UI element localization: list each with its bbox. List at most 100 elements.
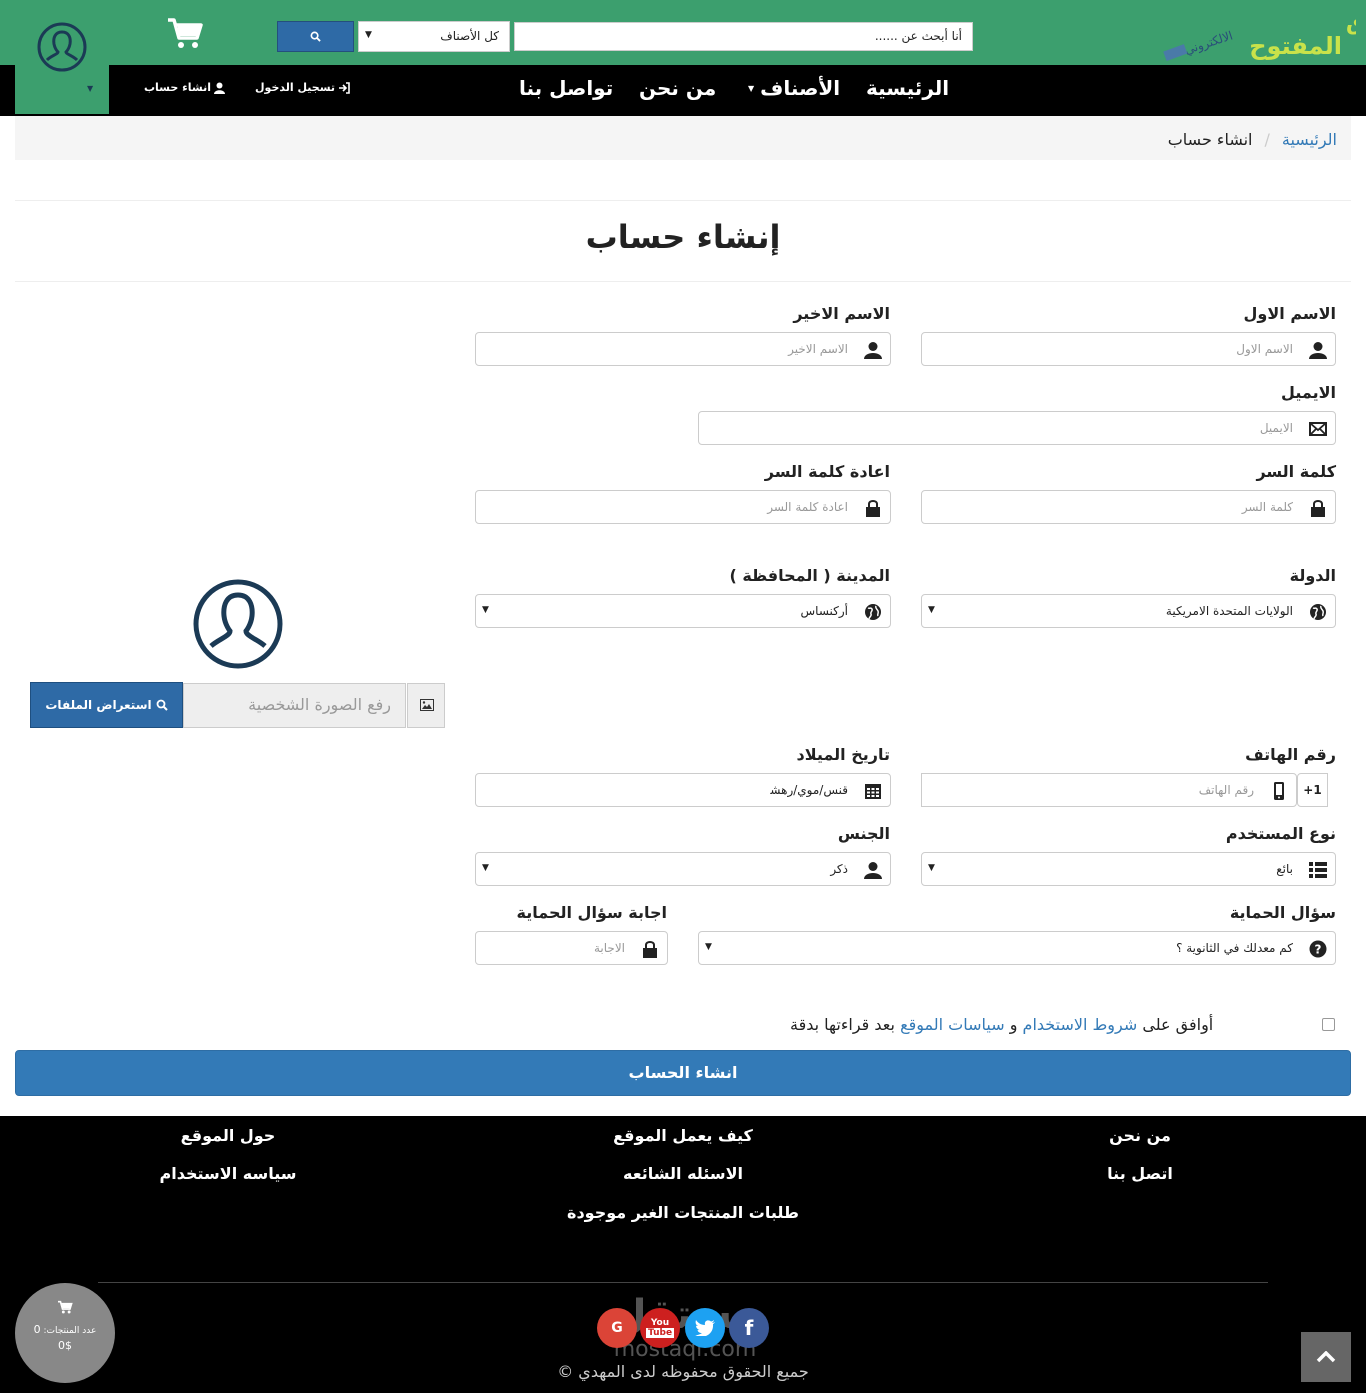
user-icon bbox=[864, 342, 882, 359]
svg-text:سوق: سوق bbox=[1346, 11, 1356, 36]
list-icon bbox=[1309, 862, 1327, 878]
footer-link-how-it-works[interactable]: كيف يعمل الموقع bbox=[583, 1126, 783, 1145]
scroll-to-top-button[interactable] bbox=[1301, 1332, 1351, 1382]
terms-checkbox[interactable] bbox=[1322, 1018, 1335, 1031]
breadcrumb-home[interactable]: الرئيسية bbox=[1282, 130, 1337, 149]
facebook-icon[interactable]: f bbox=[729, 1308, 769, 1348]
search-icon bbox=[156, 699, 168, 711]
breadcrumb-current: انشاء حساب bbox=[1167, 130, 1253, 149]
city-label: المدينة ( المحافظة ) bbox=[729, 566, 890, 585]
twitter-icon[interactable] bbox=[685, 1308, 725, 1348]
login-icon bbox=[339, 81, 350, 94]
divider bbox=[15, 200, 1351, 201]
footer-link-faq[interactable]: الاسئله الشائعه bbox=[583, 1164, 783, 1183]
nav-about[interactable]: من نحن bbox=[639, 76, 716, 100]
footer-link-about-site[interactable]: حول الموقع bbox=[158, 1126, 298, 1145]
page-title: إنشاء حساب bbox=[585, 218, 781, 256]
cart-count: 0 bbox=[33, 1323, 41, 1336]
login-link[interactable]: تسجيل الدخول bbox=[255, 81, 350, 94]
youtube-icon[interactable]: You Tube bbox=[640, 1308, 680, 1348]
user-icon bbox=[1309, 342, 1327, 359]
avatar-icon bbox=[37, 22, 87, 72]
floating-cart[interactable]: عدد المنتجات: 0 0$ bbox=[15, 1283, 115, 1383]
footer-link-contact[interactable]: اتصل بنا bbox=[1080, 1164, 1200, 1183]
password-confirm-field[interactable]: اعادة كلمة السر bbox=[475, 490, 891, 524]
chevron-down-icon: ▼ bbox=[748, 83, 755, 93]
calendar-icon bbox=[865, 784, 881, 799]
phone-country-code[interactable]: +1 bbox=[1297, 773, 1328, 807]
gender-select[interactable]: ذكر ▼ bbox=[475, 852, 891, 886]
birthdate-field[interactable]: ﻗﻨﺲ/ﻣﻮﻱ/ﺭﻫﺸ bbox=[475, 773, 891, 807]
copyright: جميع الحقوق محفوظه لدى المهدي © bbox=[557, 1362, 809, 1381]
breadcrumb: الرئيسية / انشاء حساب bbox=[15, 116, 1351, 160]
image-icon bbox=[407, 683, 445, 728]
lock-icon bbox=[866, 500, 880, 517]
city-select[interactable]: أركنساس ▼ bbox=[475, 594, 891, 628]
phone-field[interactable]: رقم الهاتف bbox=[921, 773, 1297, 807]
chevron-up-icon bbox=[1316, 1351, 1336, 1363]
country-label: الدولة bbox=[1289, 566, 1336, 585]
user-menu[interactable]: ▼ bbox=[15, 0, 109, 114]
breadcrumb-separator: / bbox=[1264, 130, 1270, 149]
footer-link-usage-policy[interactable]: سياسه الاستخدام bbox=[138, 1164, 318, 1183]
country-select[interactable]: الولايات المتحدة الامريكية ▼ bbox=[921, 594, 1336, 628]
password-label: كلمة السر bbox=[1256, 462, 1336, 481]
footer-link-missing-products[interactable]: طلبات المنتجات الغير موجودة bbox=[533, 1203, 833, 1222]
cart-total: 0$ bbox=[58, 1339, 72, 1352]
first-name-field[interactable]: الاسم الاول bbox=[921, 332, 1336, 366]
nav-home[interactable]: الرئيسية bbox=[866, 76, 949, 100]
user-type-select[interactable]: بائع ▼ bbox=[921, 852, 1336, 886]
divider bbox=[15, 281, 1351, 282]
site-logo[interactable]: سوق المفتوح الالكتروني bbox=[1124, 4, 1366, 64]
google-icon[interactable]: G bbox=[597, 1308, 637, 1348]
svg-text:?: ? bbox=[1315, 943, 1322, 957]
profile-avatar-icon bbox=[192, 578, 284, 674]
register-link[interactable]: انشاء حساب bbox=[144, 81, 225, 94]
email-label: الايميل bbox=[1281, 383, 1336, 402]
last-name-field[interactable]: الاسم الاخير bbox=[475, 332, 891, 366]
security-question-label: سؤال الحماية bbox=[1229, 903, 1336, 922]
nav-contact[interactable]: تواصل بنا bbox=[519, 76, 613, 100]
password-field[interactable]: كلمة السر bbox=[921, 490, 1336, 524]
cart-count-label: عدد المنتجات: bbox=[43, 1326, 97, 1336]
chevron-down-icon: ▼ bbox=[87, 84, 94, 93]
site-policy-link[interactable]: سياسات الموقع bbox=[900, 1015, 1005, 1034]
mobile-phone-icon bbox=[1274, 782, 1284, 800]
first-name-label: الاسم الاول bbox=[1243, 304, 1336, 323]
svg-text:الالكتروني: الالكتروني bbox=[1183, 28, 1235, 58]
chevron-down-icon: ▼ bbox=[365, 30, 372, 40]
globe-icon bbox=[1310, 604, 1326, 620]
envelope-icon bbox=[1309, 422, 1327, 436]
user-icon bbox=[864, 862, 882, 879]
profile-photo-input[interactable]: رفع الصورة الشخصية bbox=[183, 683, 406, 728]
phone-label: رقم الهاتف bbox=[1245, 745, 1336, 764]
chevron-down-icon: ▼ bbox=[482, 605, 489, 615]
cart-icon bbox=[57, 1300, 73, 1314]
security-answer-label: اجابة سؤال الحماية bbox=[516, 903, 667, 922]
search-icon bbox=[310, 31, 321, 42]
browse-files-button[interactable]: استعراض الملفات bbox=[30, 682, 183, 728]
security-question-select[interactable]: ? كم معدلك في الثانوية ؟ ▼ bbox=[698, 931, 1336, 965]
cart-icon[interactable] bbox=[166, 16, 204, 50]
password-confirm-label: اعادة كلمة السر bbox=[764, 462, 890, 481]
chevron-down-icon: ▼ bbox=[928, 605, 935, 615]
globe-icon bbox=[865, 604, 881, 620]
svg-text:المفتوح: المفتوح bbox=[1249, 32, 1342, 60]
category-select[interactable]: كل الأصناف ▼ bbox=[358, 21, 510, 52]
create-account-button[interactable]: انشاء الحساب bbox=[15, 1050, 1351, 1096]
user-icon bbox=[213, 82, 225, 94]
user-type-label: نوع المستخدم bbox=[1225, 824, 1336, 843]
terms-text: أوافق على شروط الاستخدام و سياسات الموقع… bbox=[790, 1015, 1214, 1034]
chevron-down-icon: ▼ bbox=[482, 863, 489, 873]
footer-link-about[interactable]: من نحن bbox=[1080, 1126, 1200, 1145]
search-input[interactable]: أنا أبحث عن ...... bbox=[514, 22, 973, 51]
lock-icon bbox=[1311, 500, 1325, 517]
gender-label: الجنس bbox=[837, 824, 890, 843]
nav-categories[interactable]: ▼ الأصناف bbox=[748, 76, 840, 100]
terms-of-use-link[interactable]: شروط الاستخدام bbox=[1023, 1015, 1138, 1034]
chevron-down-icon: ▼ bbox=[928, 863, 935, 873]
birthdate-label: تاريخ الميلاد bbox=[796, 745, 890, 764]
security-answer-field[interactable]: الاجابة bbox=[475, 931, 668, 965]
search-button[interactable] bbox=[277, 21, 354, 52]
email-field[interactable]: الايميل bbox=[698, 411, 1336, 445]
